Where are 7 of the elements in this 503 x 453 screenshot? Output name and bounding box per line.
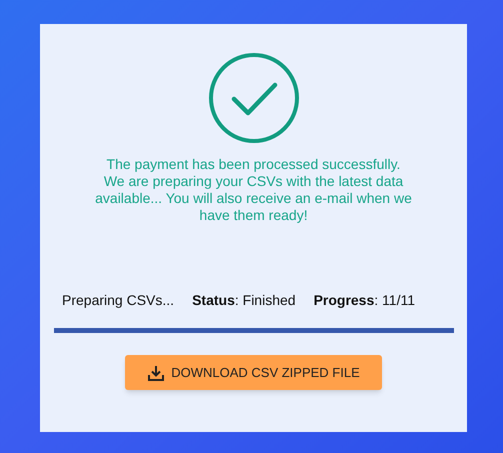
stage-text: Preparing CSVs... — [62, 291, 174, 310]
download-icon — [147, 364, 166, 382]
download-button[interactable]: DOWNLOAD CSV ZIPPED FILE — [125, 355, 382, 390]
check-circle-icon — [208, 52, 300, 144]
status-text: Status: Finished — [192, 291, 296, 310]
progress-text: Progress: 11/11 — [314, 291, 416, 310]
success-message: The payment has been processed successfully. We are preparing your CSVs with the latest data available... You will also receive an e-mail when we have them ready! — [94, 156, 413, 224]
